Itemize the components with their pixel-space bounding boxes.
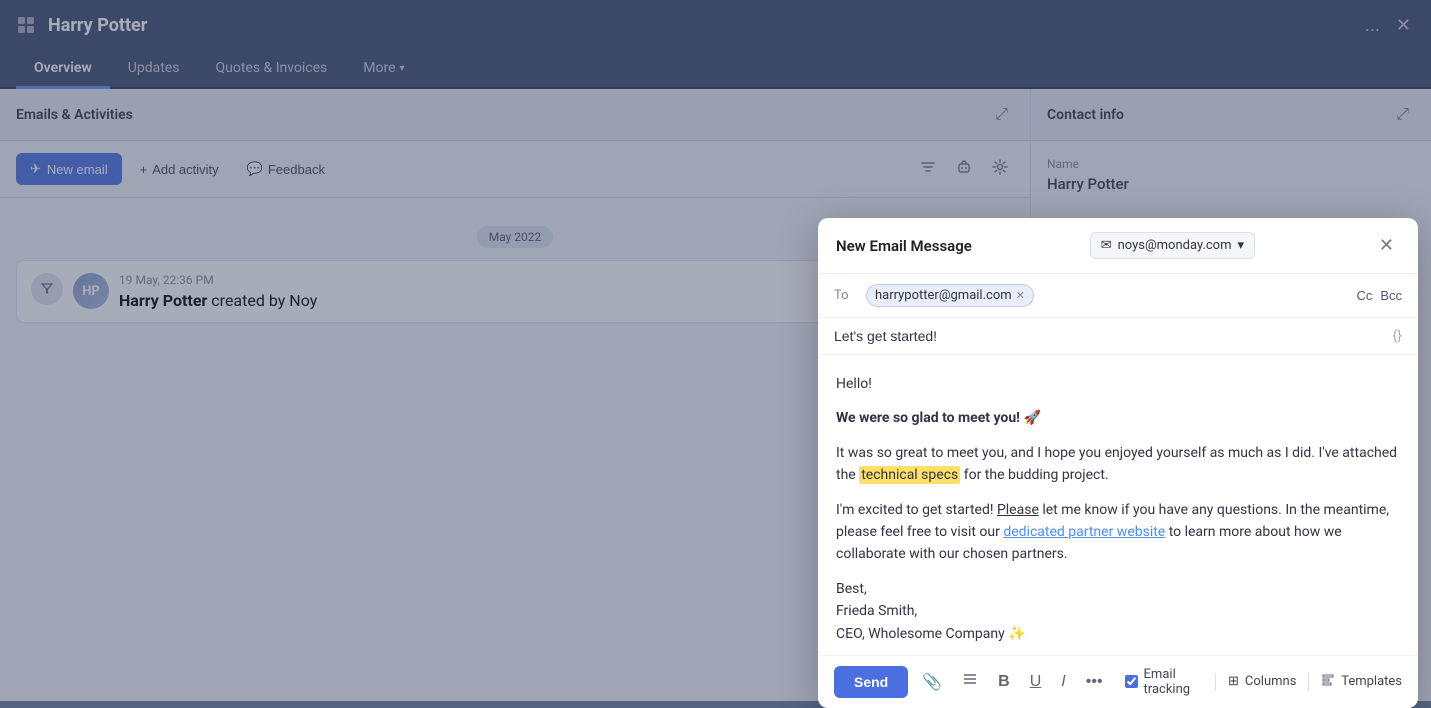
dropdown-icon: ▾ (1237, 238, 1244, 253)
body-headline: We were so glad to meet you! 🚀 (836, 407, 1400, 429)
columns-option[interactable]: ⊞ Columns (1228, 674, 1296, 689)
email-tracking-label: Email tracking (1144, 667, 1204, 697)
body-p1-post: for the budding project. (960, 467, 1108, 483)
modal-title: New Email Message (836, 237, 972, 255)
body-greeting: Hello! (836, 373, 1400, 395)
templates-option[interactable]: Templates (1321, 673, 1402, 691)
subject-input[interactable] (834, 328, 1393, 344)
sign-line-2: Frieda Smith, (836, 600, 1400, 622)
remove-recipient-button[interactable]: ✕ (1016, 289, 1025, 302)
underline-button[interactable]: U (1024, 669, 1048, 695)
footer-divider-2 (1308, 673, 1309, 691)
columns-icon: ⊞ (1228, 674, 1239, 689)
modal-header: New Email Message ✉ noys@monday.com ▾ ✕ (818, 218, 1418, 274)
bcc-button[interactable]: Bcc (1380, 288, 1402, 303)
modal-close-button[interactable]: ✕ (1373, 233, 1400, 258)
footer-divider-1 (1215, 673, 1216, 691)
body-paragraph-1: It was so great to meet you, and I hope … (836, 442, 1400, 487)
attach-button[interactable]: 📎 (916, 668, 948, 696)
cc-button[interactable]: Cc (1356, 288, 1372, 303)
to-row: To harrypotter@gmail.com ✕ Cc Bcc (818, 274, 1418, 318)
email-signature: Best, Frieda Smith, CEO, Wholesome Compa… (836, 578, 1400, 645)
from-email-selector[interactable]: ✉ noys@monday.com ▾ (1090, 232, 1255, 259)
cc-bcc-buttons: Cc Bcc (1356, 288, 1402, 303)
email-compose-modal: New Email Message ✉ noys@monday.com ▾ ✕ … (818, 218, 1418, 708)
sign-line-3: CEO, Wholesome Company ✨ (836, 623, 1400, 645)
send-button[interactable]: Send (834, 666, 908, 698)
to-recipient-tag: harrypotter@gmail.com ✕ (866, 284, 1034, 307)
template-variable-icon[interactable]: {} (1393, 328, 1402, 344)
email-tracking-checkbox[interactable] (1125, 675, 1138, 688)
list-button[interactable] (956, 667, 984, 696)
body-p2-pre: I'm excited to get started! (836, 502, 997, 518)
body-p1-highlight: technical specs (859, 466, 960, 484)
bold-button[interactable]: B (992, 669, 1016, 695)
templates-label: Templates (1341, 674, 1402, 689)
more-formatting-button[interactable]: ••• (1080, 669, 1109, 695)
subject-row: {} (818, 318, 1418, 355)
modal-footer: Send 📎 B U I ••• Email tracking ⊞ Column… (818, 655, 1418, 708)
columns-label: Columns (1245, 674, 1297, 689)
from-email-address: noys@monday.com (1118, 238, 1232, 253)
sign-line-1: Best, (836, 578, 1400, 600)
recipient-email: harrypotter@gmail.com (875, 288, 1012, 303)
email-body[interactable]: Hello! We were so glad to meet you! 🚀 It… (818, 355, 1418, 655)
templates-icon (1321, 673, 1335, 691)
body-p2-link1[interactable]: Please (997, 502, 1039, 518)
italic-button[interactable]: I (1055, 669, 1071, 695)
mail-icon: ✉ (1101, 238, 1112, 253)
body-p2-link2[interactable]: dedicated partner website (1003, 524, 1165, 540)
email-tracking-toggle: Email tracking (1125, 667, 1204, 697)
body-paragraph-2: I'm excited to get started! Please let m… (836, 499, 1400, 566)
to-label: To (834, 288, 858, 303)
